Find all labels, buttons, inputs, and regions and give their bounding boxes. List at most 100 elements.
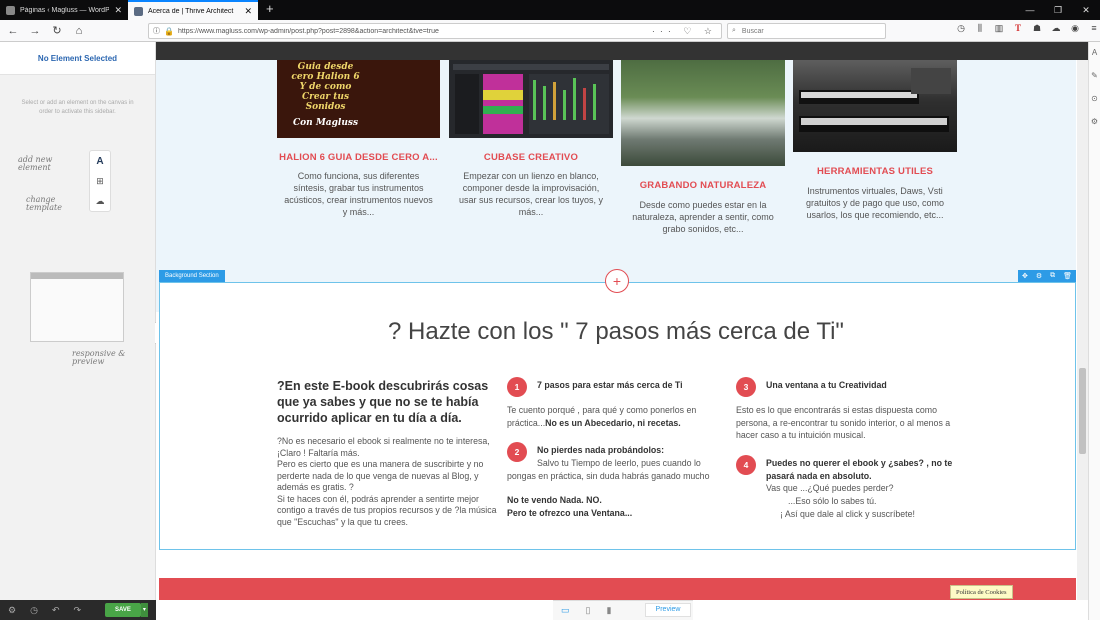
editor-bottom-bar: ⚙ ◷ ↶ ↷ SAVE WORK ▾ [0, 600, 156, 627]
browser-tab-acerca[interactable]: Acerca de | Thrive Architect ✕ [128, 0, 258, 20]
item-bold-text: Pero te ofrezco una Ventana... [507, 508, 633, 518]
card-title[interactable]: CUBASE CREATIVO [449, 152, 613, 163]
history-icon[interactable]: ◷ [955, 23, 967, 34]
extension-icon[interactable]: ◉ [1069, 23, 1081, 34]
footer-red-section[interactable] [159, 578, 1076, 600]
card-description: Como funciona, sus diferentes síntesis, … [284, 171, 433, 217]
search-input[interactable]: ⌕ Buscar [727, 23, 886, 39]
library-icon[interactable]: ⫼ [974, 23, 986, 34]
item-title: Puedes no querer el ebook y ¿sabes? , no… [766, 457, 956, 482]
change-template-hint: change template [26, 195, 62, 212]
add-element-hint: add new element [18, 155, 53, 172]
course-image [621, 60, 785, 166]
card-description: Empezar con un lienzo en blanco, compone… [458, 171, 604, 217]
preview-button[interactable]: Preview [645, 603, 691, 617]
settings-icon[interactable]: ⚙ [1036, 272, 1042, 280]
desktop-icon[interactable]: ▭ [561, 605, 570, 616]
editor-canvas[interactable]: Guia desde cero Halion 6 Y de como Crear… [156, 42, 1088, 600]
item-title: No pierdes nada probándolos: [537, 444, 727, 457]
address-bar[interactable]: ⓘ 🔒 https://www.magluss.com/wp-admin/pos… [148, 23, 722, 39]
home-icon[interactable]: ⌂ [72, 25, 86, 37]
item-title-text: Una ventana a tu Creatividad [766, 380, 887, 390]
back-icon[interactable]: ← [6, 25, 20, 37]
tablet-icon[interactable]: ▯ [586, 605, 591, 616]
url-text[interactable]: https://www.magluss.com/wp-admin/post.ph… [178, 28, 648, 35]
course-card[interactable]: CUBASE CREATIVO Empezar con un lienzo en… [449, 60, 613, 260]
item-bold-line: No te vendo Nada. NO. [507, 494, 727, 507]
duplicate-icon[interactable]: ⧉ [1050, 272, 1055, 280]
background-section-label[interactable]: Background Section [159, 270, 225, 282]
course-image [449, 60, 613, 138]
lock-icon: 🔒 [164, 26, 174, 36]
ebook-intro[interactable]: ?En este E-book descubrirás cosas que ya… [277, 378, 499, 528]
browser-tab-bar: Páginas ‹ Magluss — WordPress ✕ Acerca d… [0, 0, 1100, 20]
delete-icon[interactable]: 🗑 [1063, 272, 1072, 280]
section-actions: ✥ ⚙ ⧉ 🗑 [1018, 270, 1076, 282]
settings-icon[interactable]: ⚙ [8, 605, 16, 616]
course-card[interactable]: Guia desde cero Halion 6 Y de como Crear… [277, 60, 440, 260]
architect-logo-icon[interactable]: A [1092, 48, 1097, 57]
menu-icon[interactable]: ≡ [1088, 23, 1100, 34]
card-title[interactable]: HALION 6 GUIA DESDE CERO A... [277, 152, 440, 163]
daw-screenshot-image [453, 64, 609, 134]
card-title[interactable]: GRABANDO NATURALEZA [621, 180, 785, 191]
sidebar-icon[interactable]: ▥ [993, 23, 1005, 34]
forward-icon[interactable]: → [28, 25, 42, 37]
cloud-icon: ☁ [95, 195, 105, 206]
save-work-button[interactable]: SAVE WORK [105, 603, 141, 627]
course-card[interactable]: HERRAMIENTAS UTILES Instrumentos virtual… [793, 60, 957, 270]
search-placeholder: Buscar [741, 27, 764, 35]
course-card[interactable]: GRABANDO NATURALEZA Desde como puedes es… [621, 60, 785, 280]
mobile-icon[interactable]: ▮ [606, 605, 611, 616]
illustration-toolbar: A ⊞ ☁ [89, 150, 111, 212]
architect-logo-icon: A [96, 155, 104, 167]
extension-icon[interactable]: ☗ [1031, 23, 1043, 34]
responsive-preview-hint: responsive & preview [72, 349, 126, 366]
settings-icon[interactable]: ⚙ [1091, 117, 1098, 126]
right-tools-panel: A ✎ ⊙ ⚙ [1088, 42, 1100, 620]
item-body: Te cuento porqué , para qué y como poner… [507, 404, 727, 429]
minimize-button[interactable]: — [1016, 5, 1044, 15]
course-image: Guia desde cero Halion 6 Y de como Crear… [277, 60, 440, 138]
history-icon[interactable]: ◷ [30, 605, 38, 616]
section-title[interactable]: ? Hazte con los " 7 pasos más cerca de T… [156, 318, 1076, 346]
number-badge: 1 [507, 377, 527, 397]
extension-icon[interactable]: ☁ [1050, 23, 1062, 34]
browser-tab-paginas[interactable]: Páginas ‹ Magluss — WordPress ✕ [0, 0, 128, 20]
close-window-button[interactable]: ✕ [1072, 5, 1100, 16]
image-cover-subtext: Con Magluss [292, 118, 359, 128]
sidebar-hint: Select or add an element on the canvas i… [21, 100, 134, 115]
template-wireframe [30, 272, 124, 342]
number-badge: 3 [736, 377, 756, 397]
save-options-button[interactable]: ▾ [140, 603, 148, 617]
redo-icon[interactable]: ↷ [73, 605, 81, 616]
ebook-paragraph: Pero es cierto que es una manera de susc… [277, 459, 484, 492]
comment-icon[interactable]: ✎ [1091, 71, 1098, 80]
scrollbar-thumb[interactable] [1079, 368, 1086, 454]
number-badge: 4 [736, 455, 756, 475]
reload-icon[interactable]: ↻ [50, 24, 64, 37]
extension-t-icon[interactable]: T [1012, 23, 1024, 34]
sidebar-title: No Element Selected [0, 42, 155, 75]
restore-button[interactable]: ❐ [1044, 5, 1072, 16]
image-cover-text: Guia desde cero Halion 6 Y de como Crear… [291, 62, 360, 112]
info-icon[interactable]: ⓘ [153, 26, 160, 36]
undo-icon[interactable]: ↶ [52, 605, 60, 616]
card-title[interactable]: HERRAMIENTAS UTILES [793, 166, 957, 177]
item-body-bold: No es un Abecedario, ni recetas. [545, 417, 681, 428]
close-tab-icon[interactable]: ✕ [244, 6, 252, 17]
canvas-scrollbar[interactable] [1077, 60, 1088, 600]
move-icon[interactable]: ✥ [1022, 272, 1028, 280]
close-tab-icon[interactable]: ✕ [114, 5, 122, 16]
info-icon[interactable]: ⊙ [1091, 94, 1098, 103]
card-description: Desde como puedes estar en la naturaleza… [632, 200, 774, 234]
new-tab-button[interactable]: + [258, 0, 282, 20]
canvas-top-strip [156, 42, 1088, 60]
browser-nav-bar: ← → ↻ ⌂ ⓘ 🔒 https://www.magluss.com/wp-a… [0, 20, 1100, 42]
cookie-policy-button[interactable]: Política de Cookies [950, 585, 1013, 599]
item-title-text: 7 pasos para estar más cerca de Ti [537, 380, 683, 390]
item-title-text: Puedes no querer el ebook y ¿sabes? , no… [766, 458, 953, 481]
add-element-button[interactable]: + [605, 269, 629, 293]
page-actions-icons[interactable]: ··· ♡ ☆ [652, 26, 717, 37]
item-title-text: No pierdes nada probándolos: [537, 445, 665, 455]
